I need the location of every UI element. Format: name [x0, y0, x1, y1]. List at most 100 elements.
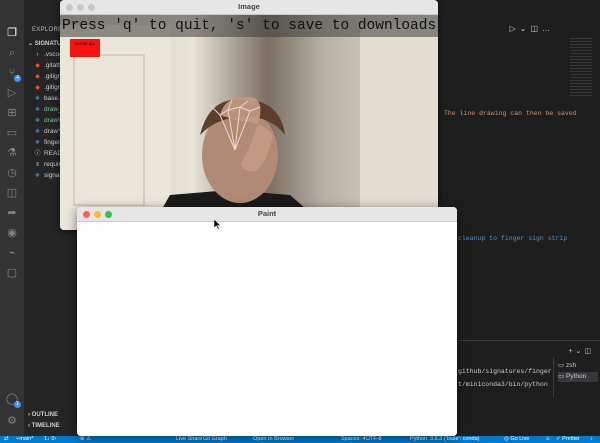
status-go-live[interactable]: ◎ Go Live [504, 436, 529, 443]
wall [360, 25, 438, 230]
outline-label: OUTLINE [31, 412, 59, 418]
file-label: .gitatt [44, 62, 60, 69]
status-indentation[interactable]: Spaces: 4 [341, 436, 365, 443]
outline-section[interactable]: › OUTLINE [28, 412, 58, 418]
status-prettier[interactable]: ✓ Prettier [556, 436, 580, 443]
chevron-down-icon[interactable]: ⌄ [520, 24, 531, 33]
image-window-title: Image [238, 2, 260, 11]
file-item[interactable]: ◆ .gitign [34, 72, 61, 81]
list-file-icon: ≡ [35, 162, 40, 168]
status-live-share[interactable]: Live Share [176, 436, 202, 443]
run-icon[interactable]: ▷ [510, 24, 520, 33]
activity-bar: ❐ ⌕ ⑂ 4 ▷ ⊞ ▭ ⚗ ◷ ◫ ➦ ◉ ⌁ ▢ ◯ 1 ⚙ [0, 0, 24, 436]
terminal-line-0: github/signatures/finger [458, 368, 552, 375]
image-window[interactable]: Image Press 'q' to quit, 's' to save to … [60, 0, 438, 230]
image-window-titlebar[interactable]: Image [60, 0, 438, 15]
error-icon: ⊗ [80, 436, 85, 442]
timeline-section[interactable]: › TIMELINE [28, 423, 60, 429]
minimap[interactable] [570, 38, 592, 98]
file-item[interactable]: ❖ drawV [34, 116, 63, 125]
editor-actions: ▷⌄◫… [510, 24, 554, 33]
remote-icon[interactable]: ⇄ [4, 436, 9, 443]
prettier-label: Prettier [562, 436, 580, 442]
file-label: .gitign [44, 84, 62, 91]
python-file-icon: ❖ [34, 118, 41, 124]
git-icon: ◆ [35, 63, 40, 69]
file-label: .gitign [44, 73, 62, 80]
git-icon: ◆ [35, 85, 40, 91]
github-icon[interactable]: ◉ [4, 226, 20, 240]
paint-window[interactable]: Paint [77, 207, 457, 436]
file-item[interactable]: ≡ requir [34, 160, 61, 169]
files-icon[interactable]: ❐ [4, 26, 20, 40]
paint-window-titlebar[interactable]: Paint [77, 207, 457, 222]
status-open-in-browser[interactable]: Open In Browser [253, 436, 294, 443]
run-debug-icon[interactable]: ▷ [4, 86, 20, 100]
testing-icon[interactable]: ⚗ [4, 146, 20, 160]
source-control-badge: 4 [14, 75, 21, 82]
mouse-cursor-icon [214, 219, 222, 230]
source-control-icon[interactable]: ⑂ 4 [4, 66, 21, 82]
status-language[interactable]: Python [410, 436, 427, 443]
split-editor-icon[interactable]: ◫ [530, 24, 542, 33]
account-icon[interactable]: ◯ 1 [4, 392, 21, 408]
file-item[interactable]: ❖ finger [34, 138, 60, 147]
problems-indicator[interactable]: ⊗ ⚠ [80, 436, 91, 443]
bell-icon[interactable]: ♪ [590, 436, 593, 443]
clear-all-button[interactable]: CLEAR ALL [70, 39, 100, 57]
status-bar: ⇄ ⑂main* 1↓ 0↑ ⊗ ⚠ Live Share Git Graph … [0, 436, 600, 443]
warning-icon: ⚠ [86, 436, 92, 442]
gear-icon[interactable]: ⚙ [4, 414, 20, 428]
editor-line-0: The line drawing can then be saved [444, 110, 577, 117]
file-item[interactable]: ❖ drawY [34, 127, 63, 136]
file-label: signat [44, 172, 62, 179]
status-encoding[interactable]: UTF-8 [366, 436, 382, 443]
split-terminal-icon[interactable]: ◫ [584, 348, 594, 355]
python-file-icon: ❖ [34, 107, 41, 113]
terminal-icon: ▭ [558, 362, 566, 369]
branch-indicator[interactable]: ⑂main* [16, 436, 33, 443]
search-icon[interactable]: ⌕ [4, 46, 20, 60]
sync-indicator[interactable]: 1↓ 0↑ [44, 436, 57, 443]
status-interpreter[interactable]: 3.8.3 ('base': conda) [430, 436, 480, 443]
status-git-graph[interactable]: Git Graph [203, 436, 227, 443]
terminal-tab-label: zsh [565, 362, 577, 369]
info-icon: ⓘ [34, 151, 41, 157]
explorer-folder[interactable]: ⌄ SIGNATU [28, 40, 61, 47]
branch-label: main* [19, 436, 34, 442]
terminal-tab-label: Python [565, 373, 587, 380]
file-label: requir [44, 161, 61, 168]
git-graph-icon[interactable]: ◷ [4, 166, 20, 180]
file-item[interactable]: ◆ .gitatt [34, 61, 60, 70]
camera-scene [60, 25, 438, 230]
go-live-label: Go Live [510, 436, 530, 442]
timeline-label: TIMELINE [31, 423, 60, 429]
folder-label: SIGNATU [34, 41, 62, 47]
terminal-icon: ▭ [558, 373, 566, 380]
python-file-icon: ❖ [34, 140, 41, 146]
plus-icon[interactable]: + [568, 348, 575, 355]
terminal-tab-zsh[interactable]: ▭ zsh [558, 361, 598, 371]
chat-icon[interactable]: ▢ [4, 266, 20, 280]
remote-explorer-icon[interactable]: ▭ [4, 126, 20, 140]
file-item[interactable]: › .vscod [34, 50, 63, 59]
extensions-icon[interactable]: ⊞ [4, 106, 20, 120]
paint-canvas[interactable] [77, 222, 457, 436]
broadcast-icon[interactable]: ⌁ [4, 246, 20, 260]
file-item[interactable]: ❖ draw_ [34, 105, 62, 114]
paint-window-title: Paint [257, 209, 277, 218]
more-actions-icon[interactable]: … [542, 24, 554, 33]
docker-icon[interactable]: ◫ [4, 186, 20, 200]
camera-frame[interactable]: Press 'q' to quit, 's' to save to downlo… [60, 15, 438, 230]
python-file-icon: ❖ [34, 129, 41, 135]
status-account[interactable]: ☺ [545, 436, 551, 443]
editor-line-1: cleanup to finger sign strip [458, 235, 568, 242]
terminal-controls: +⌄◫ [568, 347, 594, 355]
python-file-icon: ❖ [34, 96, 41, 102]
file-item[interactable]: ◆ .gitign [34, 83, 61, 92]
chevron-right-icon: › [36, 52, 39, 58]
file-item[interactable]: ❖ signat [34, 171, 62, 180]
live-share-icon[interactable]: ➦ [4, 206, 20, 220]
terminal-tab-python[interactable]: ▭ Python [558, 372, 598, 382]
person-icon: ☺ [545, 436, 551, 442]
